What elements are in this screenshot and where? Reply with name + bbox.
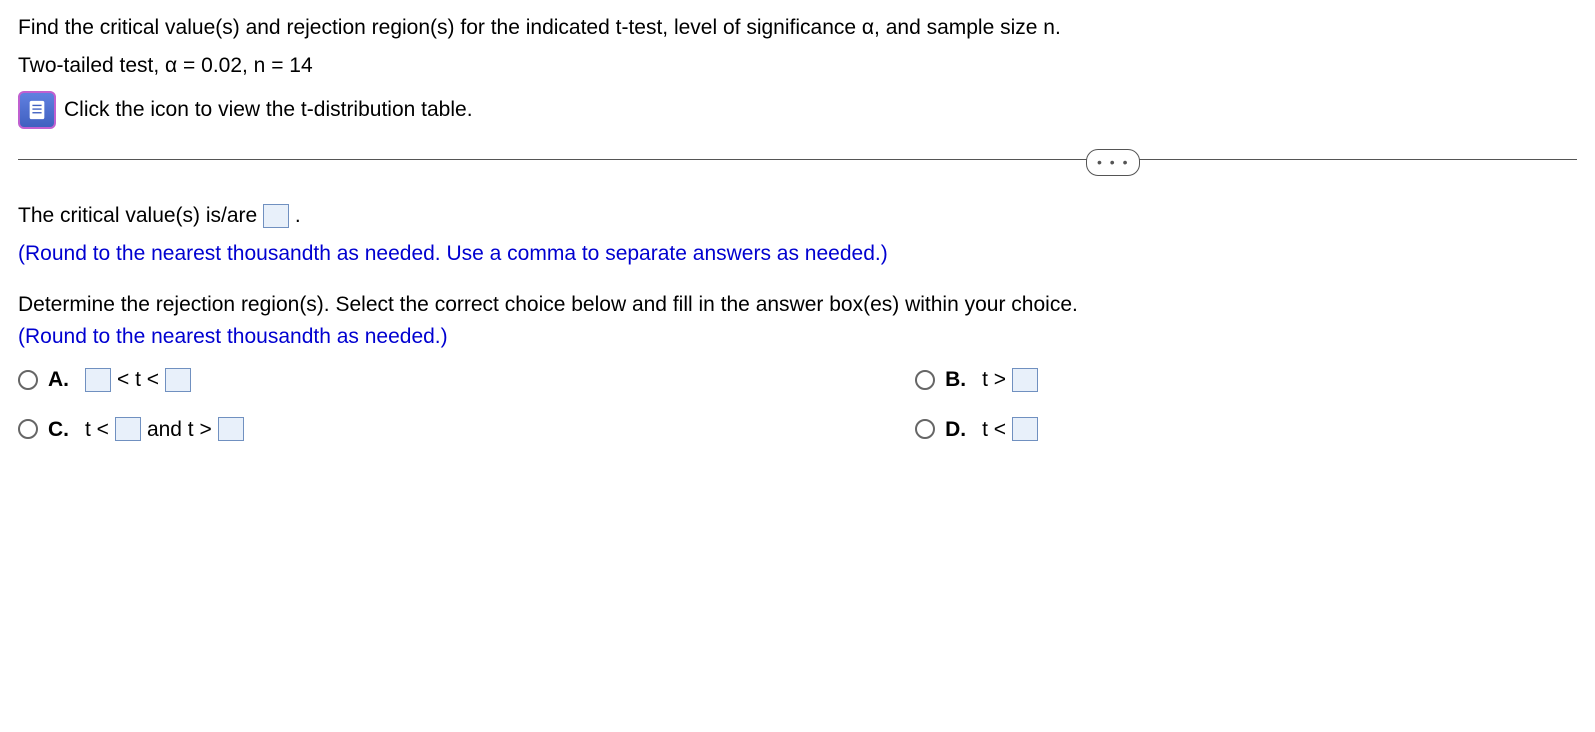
divider-line [18,159,1577,160]
choice-c-label: C. [48,414,69,446]
choice-a-input-1[interactable] [85,368,111,392]
table-icon-label: Click the icon to view the t-distributio… [64,94,473,126]
choice-b-input[interactable] [1012,368,1038,392]
t-distribution-table-icon[interactable] [18,91,56,129]
choice-a-content: < t < [85,364,191,396]
choice-a: A. < t < [18,364,648,396]
radio-a[interactable] [18,370,38,390]
choice-grid: A. < t < B. t > C. t < and t > [18,364,1318,445]
choice-a-mid: < t < [117,364,159,396]
critical-value-input[interactable] [263,204,289,228]
choice-b: B. t > [915,364,1318,396]
section-divider: • • • [18,159,1577,160]
choice-c-content: t < and t > [85,414,244,446]
divider-expand-button[interactable]: • • • [1086,149,1140,176]
document-icon [26,99,48,121]
choice-d-content: t < [982,414,1038,446]
rejection-question: Determine the rejection region(s). Selec… [18,289,1577,445]
radio-b[interactable] [915,370,935,390]
choice-b-prefix: t > [982,364,1006,396]
problem-line-2: Two-tailed test, α = 0.02, n = 14 [18,50,1577,82]
table-icon-row: Click the icon to view the t-distributio… [18,91,1577,129]
choice-c-prefix: t < [85,414,109,446]
choice-a-input-2[interactable] [165,368,191,392]
choice-c-input-1[interactable] [115,417,141,441]
rejection-prompt: Determine the rejection region(s). Selec… [18,289,1577,321]
choice-b-content: t > [982,364,1038,396]
choice-b-label: B. [945,364,966,396]
critical-value-hint: (Round to the nearest thousandth as need… [18,238,1577,270]
choice-c-mid: and t > [147,414,212,446]
choice-d: D. t < [915,414,1318,446]
choice-d-prefix: t < [982,414,1006,446]
critical-value-suffix: . [295,204,301,227]
choice-d-label: D. [945,414,966,446]
choice-a-label: A. [48,364,69,396]
radio-d[interactable] [915,419,935,439]
choice-d-input[interactable] [1012,417,1038,441]
problem-line-1: Find the critical value(s) and rejection… [18,12,1577,44]
critical-value-prefix: The critical value(s) is/are [18,204,263,227]
critical-value-line: The critical value(s) is/are . [18,200,1577,232]
choice-c: C. t < and t > [18,414,648,446]
choice-c-input-2[interactable] [218,417,244,441]
rejection-hint: (Round to the nearest thousandth as need… [18,321,1577,353]
radio-c[interactable] [18,419,38,439]
